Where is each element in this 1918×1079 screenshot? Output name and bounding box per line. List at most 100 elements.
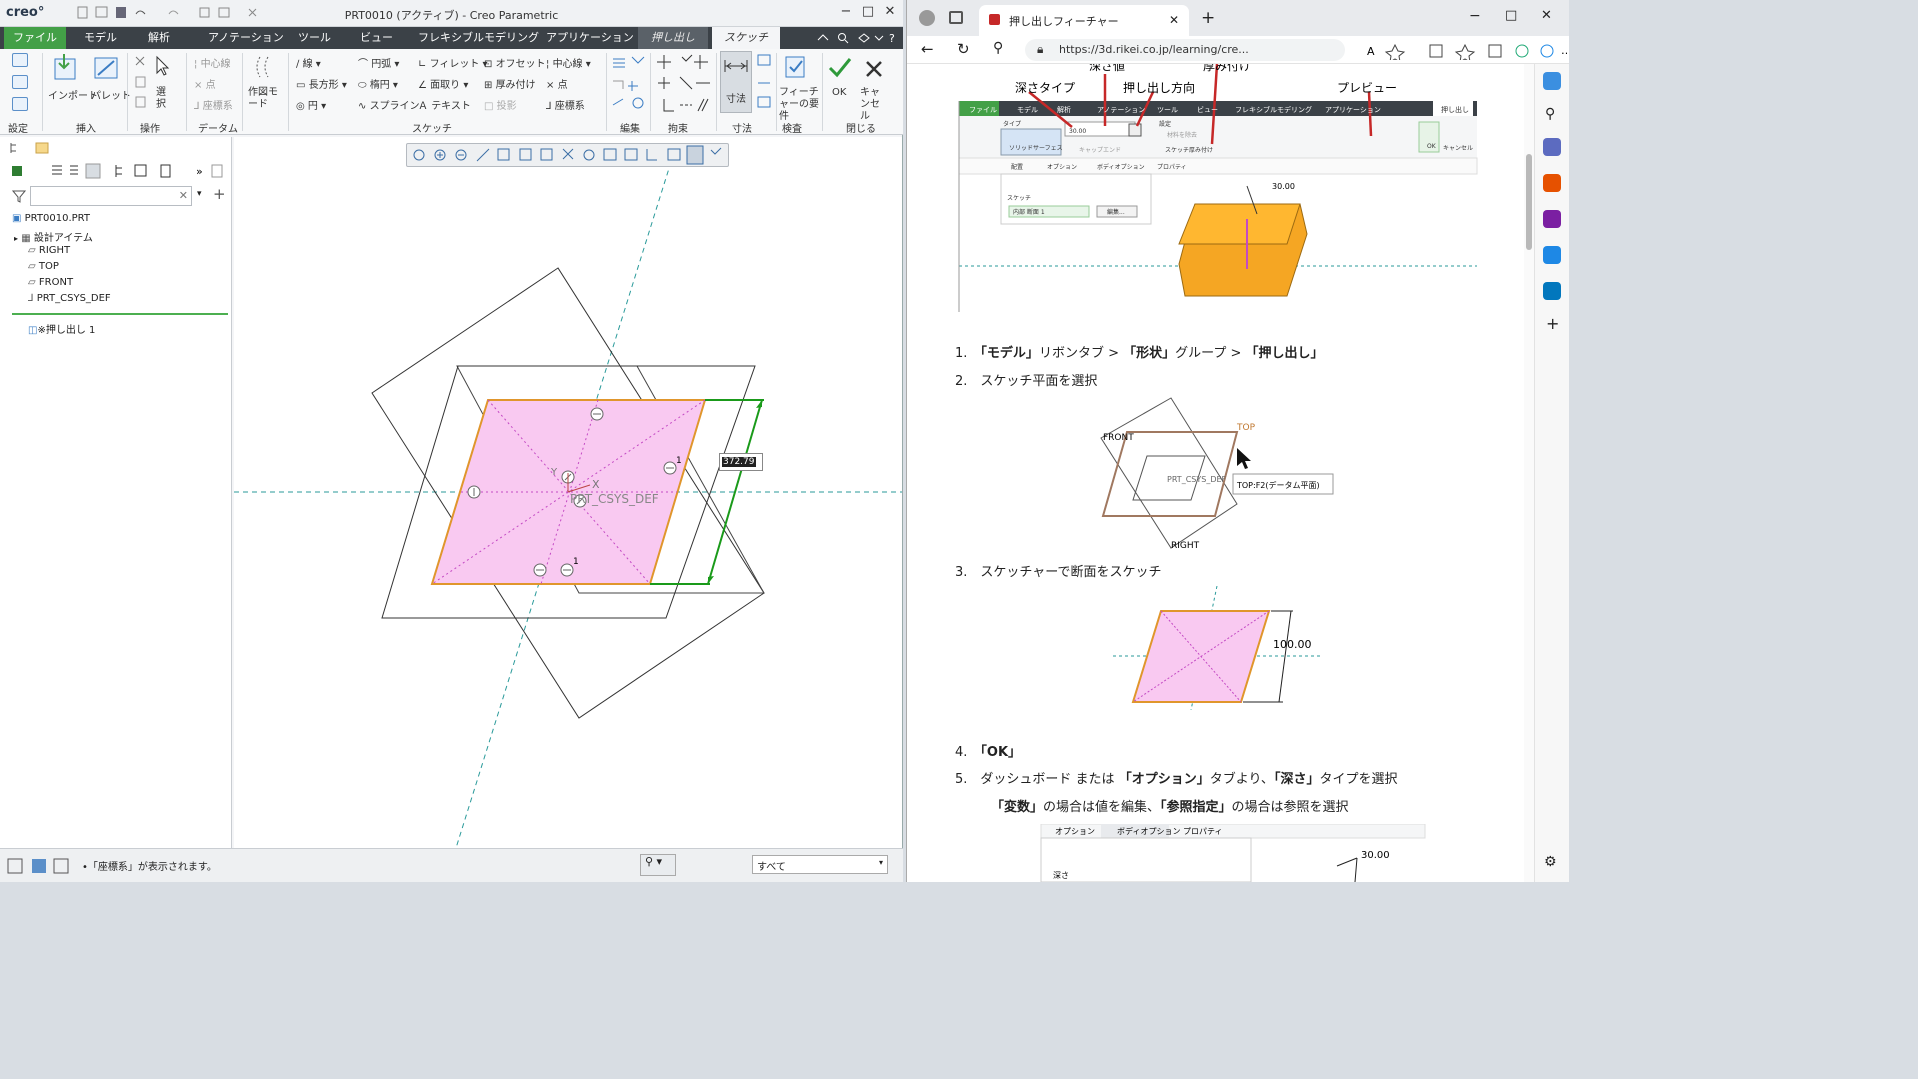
clear-search-icon[interactable]: ✕ — [179, 189, 188, 202]
tree-item-top[interactable]: ▱ TOP — [28, 261, 59, 272]
office-icon[interactable] — [1543, 246, 1561, 264]
dimension-edit-box[interactable]: 372.79 — [719, 453, 763, 471]
new-tab-button[interactable]: + — [1201, 8, 1215, 28]
sketch-circle[interactable]: ◎ 円 ▾ — [296, 97, 326, 112]
expand-arrow-icon[interactable]: ▸ — [14, 234, 18, 243]
feature-requirements-label[interactable]: フィーチャーの要件 — [779, 87, 819, 123]
url-input[interactable]: 🔒︎ https://3d.rikei.co.jp/learning/cre..… — [1025, 39, 1345, 61]
dimension-value[interactable]: 372.79 — [722, 457, 756, 467]
maximize-button[interactable]: □ — [858, 4, 878, 19]
minimize-button[interactable]: − — [836, 4, 856, 19]
sketch-spline[interactable]: ∿ スプライン — [358, 97, 420, 112]
cancel-x-icon[interactable] — [864, 59, 884, 79]
filter-icon[interactable] — [12, 189, 26, 203]
find-button[interactable]: ⚲ ▾ — [640, 854, 676, 876]
tab-flexible-modeling[interactable]: フレキシブルモデリング — [410, 27, 547, 49]
tree-root[interactable]: ▣ PRT0010.PRT — [12, 213, 90, 224]
tab-tools[interactable]: ツール — [290, 27, 339, 49]
tab-actions-icon[interactable] — [949, 11, 963, 24]
sketch-text[interactable]: Ａ テキスト — [418, 97, 471, 112]
sidebar-search-icon[interactable]: ⚲ — [1545, 106, 1555, 122]
maximize-button[interactable]: □ — [1505, 8, 1517, 23]
sketch-point[interactable]: × 点 — [546, 76, 568, 91]
tools-icon[interactable] — [1543, 174, 1561, 192]
sketch-line[interactable]: ∕ 線 ▾ — [296, 55, 321, 70]
palette-icon[interactable] — [92, 53, 122, 83]
constraint-icons[interactable] — [654, 53, 714, 115]
add-sidebar-icon[interactable]: + — [1546, 314, 1559, 333]
cancel-button[interactable]: キャンセル — [860, 87, 888, 123]
settings-gear-icon[interactable]: ⚙ — [1544, 854, 1557, 870]
datum-centerline[interactable]: ¦ 中心線 — [194, 55, 231, 70]
close-tab-icon[interactable]: ✕ — [1169, 13, 1179, 27]
tree-item-extrude[interactable]: ◫※押し出し 1 — [28, 321, 95, 336]
edit-tools-icons[interactable] — [610, 53, 646, 115]
clipboard-icons[interactable] — [132, 53, 152, 113]
setup-icon[interactable] — [12, 53, 28, 67]
sketch-ellipse[interactable]: ⬭ 楕円 ▾ — [358, 76, 398, 91]
tree-search-input[interactable]: ✕ — [30, 186, 192, 206]
tree-toolbar-icons[interactable]: » — [8, 163, 228, 179]
datum-point[interactable]: × 点 — [194, 76, 216, 91]
sketch-project[interactable]: □ 投影 — [484, 97, 517, 112]
select-label[interactable]: 選択 — [156, 87, 172, 111]
ok-check-icon[interactable] — [828, 57, 852, 79]
close-button[interactable]: ✕ — [1541, 8, 1552, 23]
status-icons[interactable] — [6, 857, 70, 875]
tab-view[interactable]: ビュー — [352, 27, 401, 49]
group-setup-label[interactable]: 設定 — [8, 120, 28, 135]
tree-item-design-items[interactable]: ▸ ▦ 設計アイテム — [14, 229, 93, 244]
ok-button[interactable]: OK — [832, 87, 846, 98]
tree-item-front[interactable]: ▱ FRONT — [28, 277, 73, 288]
browser-toolbar-icons[interactable]: A … — [1367, 42, 1567, 60]
tab-model[interactable]: モデル — [76, 27, 125, 49]
sketch-rectangle[interactable]: ▭ 長方形 ▾ — [296, 76, 347, 91]
sketch-offset[interactable]: ⊡ オフセット — [484, 55, 546, 70]
minimize-button[interactable]: − — [1469, 8, 1481, 24]
tab-sketch[interactable]: スケッチ — [712, 27, 780, 49]
group-operations-label[interactable]: 操作 — [140, 120, 160, 135]
tab-applications[interactable]: アプリケーション — [538, 27, 642, 49]
refresh-icon[interactable]: ↻ — [957, 40, 970, 58]
group-constrain-label[interactable]: 拘束 — [668, 120, 688, 135]
tree-item-right[interactable]: ▱ RIGHT — [28, 245, 70, 256]
scrollbar[interactable] — [1524, 64, 1534, 882]
dimension-button[interactable]: 寸法 — [720, 51, 752, 113]
reference-icon[interactable] — [12, 75, 28, 89]
dimension-side-icons[interactable] — [756, 53, 774, 113]
sketch-canvas[interactable]: 1 1 X Y PRT_CSYS_DEF — [234, 137, 902, 848]
tab-analysis[interactable]: 解析 — [140, 27, 178, 49]
collections-icon[interactable] — [1543, 138, 1561, 156]
sketch-arc[interactable]: ⌒ 円弧 ▾ — [358, 55, 399, 70]
sketch-fillet[interactable]: ∟ フィレット ▾ — [418, 55, 488, 70]
select-arrow-icon[interactable] — [153, 55, 173, 79]
browser-tab[interactable]: 押し出しフィーチャー ✕ — [979, 5, 1189, 36]
outlook-icon[interactable] — [1543, 282, 1561, 300]
tab-file[interactable]: ファイル — [4, 27, 66, 49]
construction-mode-icon[interactable] — [252, 53, 278, 81]
graphics-window[interactable]: 1 1 X Y PRT_CSYS_DEF 372.79 — [234, 137, 902, 848]
sketch-view-icon[interactable] — [12, 97, 28, 111]
search-dropdown-icon[interactable]: ▾ — [197, 189, 202, 199]
scrollbar-thumb[interactable] — [1526, 154, 1532, 250]
group-dimension-label[interactable]: 寸法 — [732, 120, 752, 135]
back-icon[interactable]: ← — [921, 40, 934, 58]
add-filter-icon[interactable]: + — [213, 185, 226, 203]
view-toolbar-icons[interactable] — [407, 144, 728, 166]
tree-item-csys[interactable]: ⅃ PRT_CSYS_DEF — [28, 293, 111, 304]
sketch-chamfer[interactable]: ∠ 面取り ▾ — [418, 76, 468, 91]
group-inspect-label[interactable]: 検査 — [782, 120, 802, 135]
tab-extrude[interactable]: 押し出し — [638, 27, 708, 49]
sketch-centerline[interactable]: ¦ 中心線 ▾ — [546, 55, 591, 70]
search-icon[interactable]: ⚲ — [993, 40, 1003, 56]
copilot-icon[interactable] — [1543, 72, 1561, 90]
construction-mode-label[interactable]: 作図モード — [248, 87, 282, 111]
profile-avatar[interactable] — [919, 10, 935, 26]
insert-indicator[interactable] — [12, 313, 228, 315]
selection-filter-select[interactable]: すべて ▾ — [752, 855, 888, 874]
palette-label[interactable]: パレット — [91, 87, 131, 102]
tree-tab-icons[interactable] — [8, 141, 58, 155]
import-icon[interactable] — [52, 53, 82, 83]
sketch-thicken[interactable]: ⊞ 厚み付け — [484, 76, 536, 91]
tab-annotation[interactable]: アノテーション — [200, 27, 292, 49]
